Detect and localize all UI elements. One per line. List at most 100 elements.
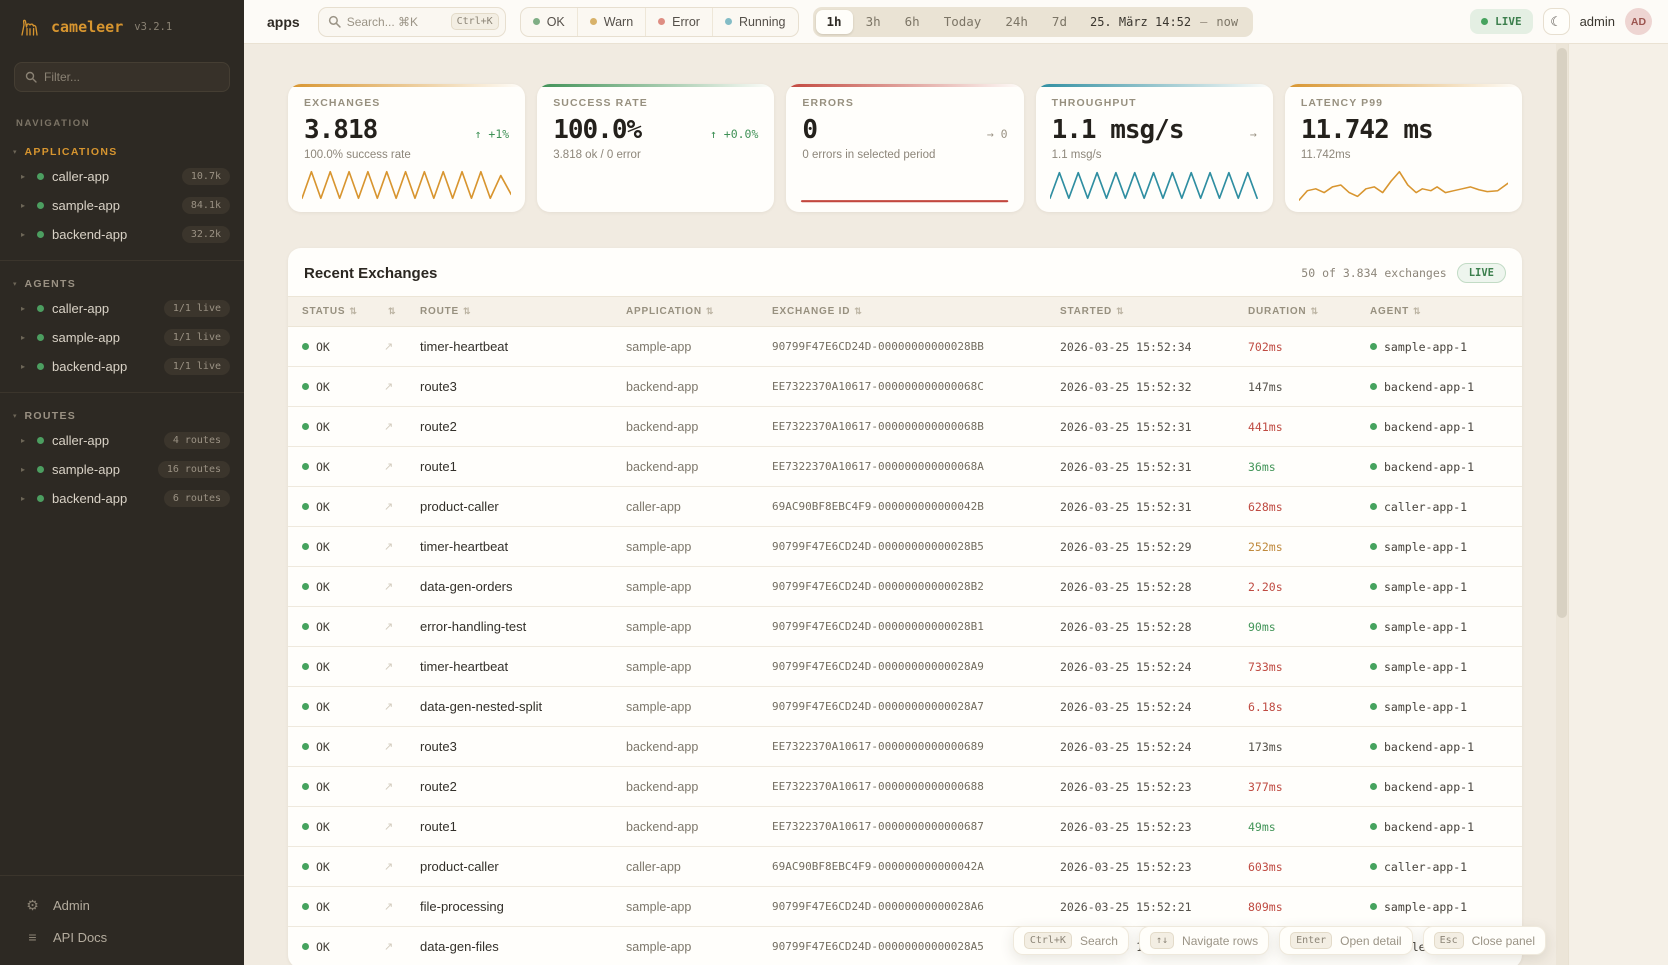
table-row[interactable]: OK ↗ product-caller caller-app 69AC90BF8…: [288, 847, 1522, 887]
time-range-button[interactable]: 24h: [994, 10, 1039, 34]
section-header-applications[interactable]: ▾ APPLICATIONS: [0, 146, 244, 162]
open-detail-icon[interactable]: ↗: [384, 860, 420, 873]
route-cell: route1: [420, 459, 626, 474]
sidebar-item-application[interactable]: ▸ sample-app 84.1k: [0, 191, 244, 220]
dark-mode-toggle[interactable]: ☾: [1543, 8, 1570, 35]
sidebar-item-route[interactable]: ▸ caller-app 4 routes: [0, 426, 244, 455]
sidebar-item-application[interactable]: ▸ caller-app 10.7k: [0, 162, 244, 191]
sidebar-item-agent[interactable]: ▸ backend-app 1/1 live: [0, 352, 244, 381]
chevron-right-icon: ▸: [21, 304, 29, 313]
sidebar-item-agent[interactable]: ▸ caller-app 1/1 live: [0, 294, 244, 323]
time-range-button[interactable]: Today: [933, 10, 993, 34]
open-detail-icon[interactable]: ↗: [384, 580, 420, 593]
section-header-agents[interactable]: ▾ AGENTS: [0, 278, 244, 294]
duration-cell: 377ms: [1248, 780, 1370, 794]
agent-name: backend-app-1: [1384, 780, 1474, 794]
scrollbar-track[interactable]: [1556, 44, 1568, 965]
open-detail-icon[interactable]: ↗: [384, 900, 420, 913]
sort-icon: ⇅: [1310, 306, 1318, 317]
stat-card[interactable]: ERRORS 0 → 0 0 errors in selected period: [786, 84, 1023, 212]
time-range-button[interactable]: 3h: [855, 10, 892, 34]
column-header[interactable]: ROUTE ⇅: [420, 306, 626, 317]
ok-status-dot: [302, 543, 309, 550]
table-row[interactable]: OK ↗ timer-heartbeat sample-app 90799F47…: [288, 327, 1522, 367]
sidebar-item-route[interactable]: ▸ sample-app 16 routes: [0, 455, 244, 484]
table-row[interactable]: OK ↗ timer-heartbeat sample-app 90799F47…: [288, 527, 1522, 567]
sidebar-filter[interactable]: [14, 62, 230, 92]
open-detail-icon[interactable]: ↗: [384, 340, 420, 353]
card-label: LATENCY P99: [1301, 97, 1506, 109]
open-detail-icon[interactable]: ↗: [384, 660, 420, 673]
sort-icon: ⇅: [706, 306, 714, 317]
column-header[interactable]: DURATION ⇅: [1248, 306, 1370, 317]
open-detail-icon[interactable]: ↗: [384, 540, 420, 553]
open-detail-icon[interactable]: ↗: [384, 780, 420, 793]
keyboard-hint: Ctrl+K Search: [1013, 926, 1129, 955]
stat-card[interactable]: EXCHANGES 3.818 ↑ +1% 100.0% success rat…: [288, 84, 525, 212]
column-header[interactable]: EXCHANGE ID ⇅: [772, 306, 1060, 317]
table-row[interactable]: OK ↗ route2 backend-app EE7322370A10617-…: [288, 767, 1522, 807]
open-detail-icon[interactable]: ↗: [384, 740, 420, 753]
sidebar-item-admin[interactable]: ⚙ Admin: [0, 889, 244, 921]
open-detail-icon[interactable]: ↗: [384, 700, 420, 713]
status-filter-chip[interactable]: Error: [645, 8, 712, 36]
sidebar-item-agent[interactable]: ▸ sample-app 1/1 live: [0, 323, 244, 352]
started-cell: 2026-03-25 15:52:34: [1060, 340, 1248, 354]
route-cell: data-gen-files: [420, 939, 626, 954]
table-row[interactable]: OK ↗ route3 backend-app EE7322370A10617-…: [288, 727, 1522, 767]
status-filter-chip[interactable]: OK: [521, 8, 577, 36]
open-detail-icon[interactable]: ↗: [384, 460, 420, 473]
column-header[interactable]: APPLICATION ⇅: [626, 306, 772, 317]
count-badge: 10.7k: [182, 168, 230, 185]
column-header[interactable]: AGENT ⇅: [1370, 306, 1522, 317]
open-detail-icon[interactable]: ↗: [384, 420, 420, 433]
table-row[interactable]: OK ↗ error-handling-test sample-app 9079…: [288, 607, 1522, 647]
table-row[interactable]: OK ↗ route1 backend-app EE7322370A10617-…: [288, 807, 1522, 847]
hint-label: Open detail: [1340, 934, 1401, 948]
table-row[interactable]: OK ↗ product-caller caller-app 69AC90BF8…: [288, 487, 1522, 527]
topbar-right: LIVE ☾ admin AD: [1470, 8, 1652, 35]
table-row[interactable]: OK ↗ file-processing sample-app 90799F47…: [288, 887, 1522, 927]
time-range-button[interactable]: 6h: [894, 10, 931, 34]
table-row[interactable]: OK ↗ data-gen-nested-split sample-app 90…: [288, 687, 1522, 727]
table-row[interactable]: OK ↗ route1 backend-app EE7322370A10617-…: [288, 447, 1522, 487]
sidebar-item-api-docs[interactable]: ≡ API Docs: [0, 921, 244, 953]
time-range-button[interactable]: 7d: [1041, 10, 1078, 34]
global-search[interactable]: Ctrl+K: [318, 7, 506, 37]
section-header-routes[interactable]: ▾ ROUTES: [0, 410, 244, 426]
column-header[interactable]: STATUS ⇅: [302, 306, 384, 317]
sidebar-item-label: sample-app: [52, 462, 120, 477]
table-row[interactable]: OK ↗ data-gen-orders sample-app 90799F47…: [288, 567, 1522, 607]
column-header[interactable]: ⇅: [384, 306, 420, 317]
table-row[interactable]: OK ↗ route2 backend-app EE7322370A10617-…: [288, 407, 1522, 447]
card-label: THROUGHPUT: [1052, 97, 1257, 109]
ok-status-dot: [302, 623, 309, 630]
open-detail-icon[interactable]: ↗: [384, 500, 420, 513]
time-range-button[interactable]: 1h: [816, 10, 853, 34]
open-detail-icon[interactable]: ↗: [384, 620, 420, 633]
avatar[interactable]: AD: [1625, 8, 1652, 35]
exchange-id-cell: EE7322370A10617-000000000000068B: [772, 420, 1060, 433]
filter-input[interactable]: [44, 70, 219, 84]
search-input[interactable]: [347, 15, 445, 29]
status-filter-chip[interactable]: Warn: [577, 8, 645, 36]
agent-cell: sample-app-1: [1370, 900, 1522, 914]
sidebar-item-route[interactable]: ▸ backend-app 6 routes: [0, 484, 244, 513]
status-filter-chip[interactable]: Running: [712, 8, 798, 36]
sidebar-item-application[interactable]: ▸ backend-app 32.2k: [0, 220, 244, 249]
keyboard-hint: ↑↓ Navigate rows: [1139, 926, 1269, 955]
open-detail-icon[interactable]: ↗: [384, 940, 420, 953]
status-cell: OK: [302, 380, 384, 394]
table-row[interactable]: OK ↗ timer-heartbeat sample-app 90799F47…: [288, 647, 1522, 687]
stat-card[interactable]: LATENCY P99 11.742 ms 11.742ms: [1285, 84, 1522, 212]
scrollbar-thumb[interactable]: [1557, 48, 1567, 618]
open-detail-icon[interactable]: ↗: [384, 380, 420, 393]
table-row[interactable]: OK ↗ route3 backend-app EE7322370A10617-…: [288, 367, 1522, 407]
application-cell: sample-app: [626, 660, 772, 674]
routes-badge: 6 routes: [164, 490, 230, 507]
column-header[interactable]: STARTED ⇅: [1060, 306, 1248, 317]
stat-card[interactable]: THROUGHPUT 1.1 msg/s → 1.1 msg/s: [1036, 84, 1273, 212]
open-detail-icon[interactable]: ↗: [384, 820, 420, 833]
stat-card[interactable]: SUCCESS RATE 100.0% ↑ +0.0% 3.818 ok / 0…: [537, 84, 774, 212]
live-status-badge[interactable]: LIVE: [1470, 9, 1533, 34]
